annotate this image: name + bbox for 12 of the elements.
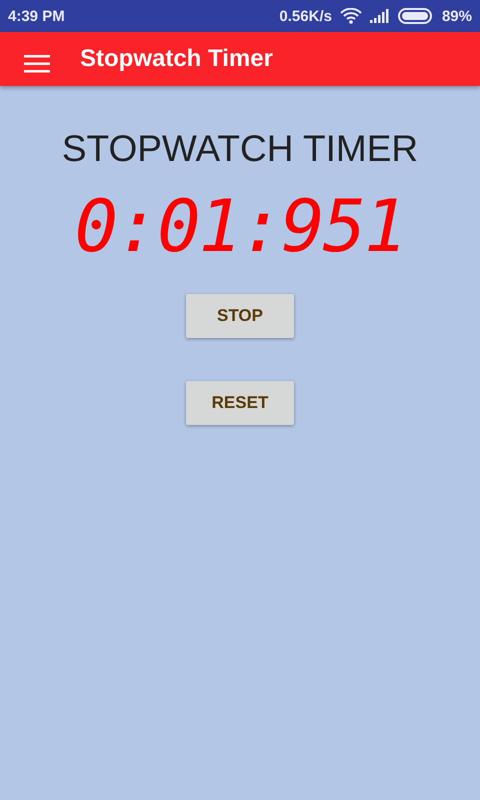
heading: STOPWATCH TIMER: [62, 128, 418, 170]
menu-icon[interactable]: [24, 54, 50, 74]
wifi-icon: [340, 8, 362, 24]
app-title: Stopwatch Timer: [80, 45, 273, 73]
reset-button[interactable]: RESET: [186, 381, 294, 425]
stop-button[interactable]: STOP: [186, 294, 294, 338]
battery-percent: 89%: [442, 8, 472, 24]
battery-icon: [398, 8, 434, 24]
status-time: 4:39 PM: [8, 8, 65, 24]
signal-icon: [370, 9, 390, 23]
timer-display: 0:01:951: [74, 184, 406, 268]
network-speed: 0.56K/s: [279, 8, 332, 24]
